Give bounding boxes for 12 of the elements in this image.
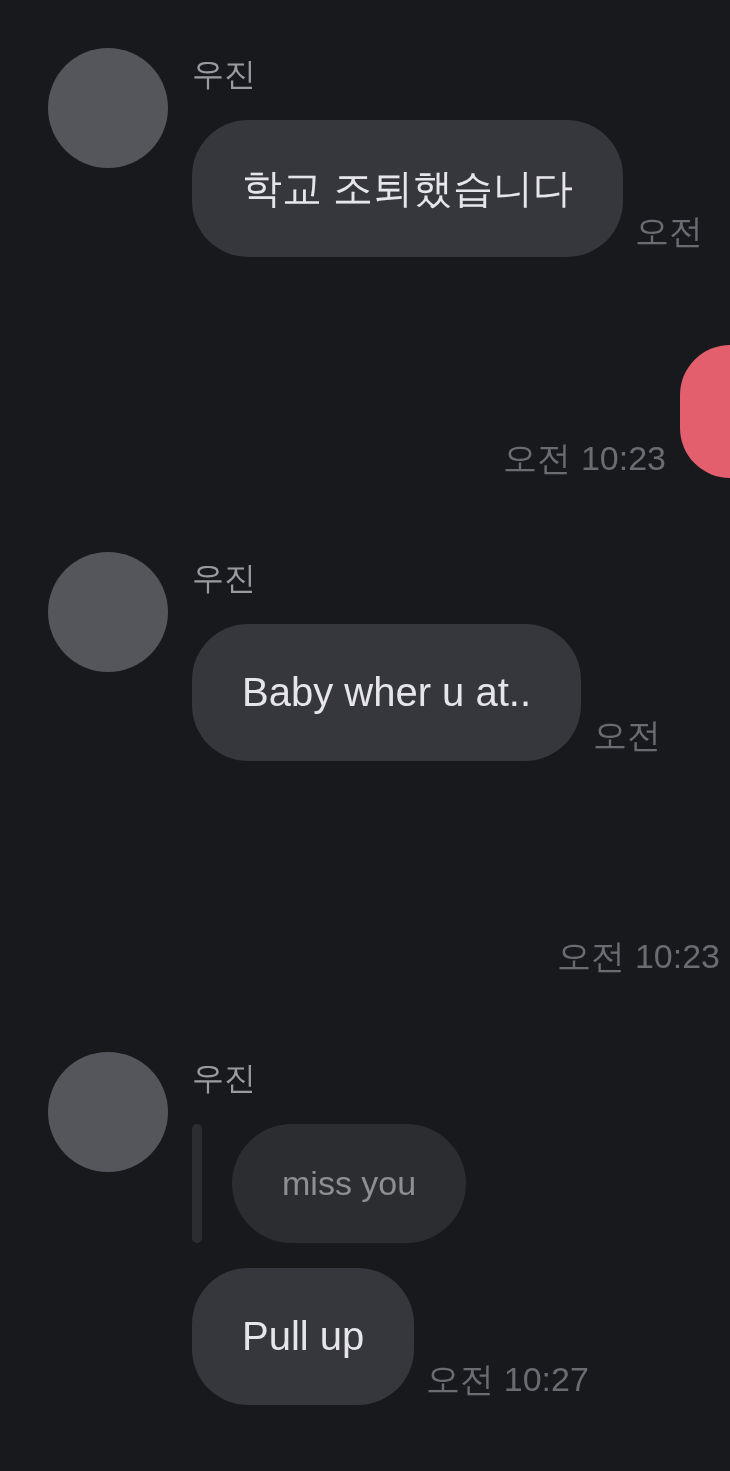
timestamp: 오전: [635, 211, 704, 251]
timestamp: 오전 10:23: [557, 936, 720, 976]
timestamp: 오전: [593, 715, 662, 755]
timestamp: 오전 10:27: [426, 1359, 589, 1399]
sender-name: 우진: [192, 55, 256, 94]
timestamp: 오전 10:23: [503, 438, 666, 478]
sender-name: 우진: [192, 559, 256, 598]
message-bubble[interactable]: Pull up: [192, 1268, 415, 1405]
message-bubble[interactable]: Baby wher u at..: [192, 624, 582, 761]
sender-name: 우진: [192, 1059, 256, 1098]
message-bubble[interactable]: 학교 조퇴했습니다: [192, 120, 624, 257]
quoted-message[interactable]: miss you: [232, 1124, 467, 1243]
